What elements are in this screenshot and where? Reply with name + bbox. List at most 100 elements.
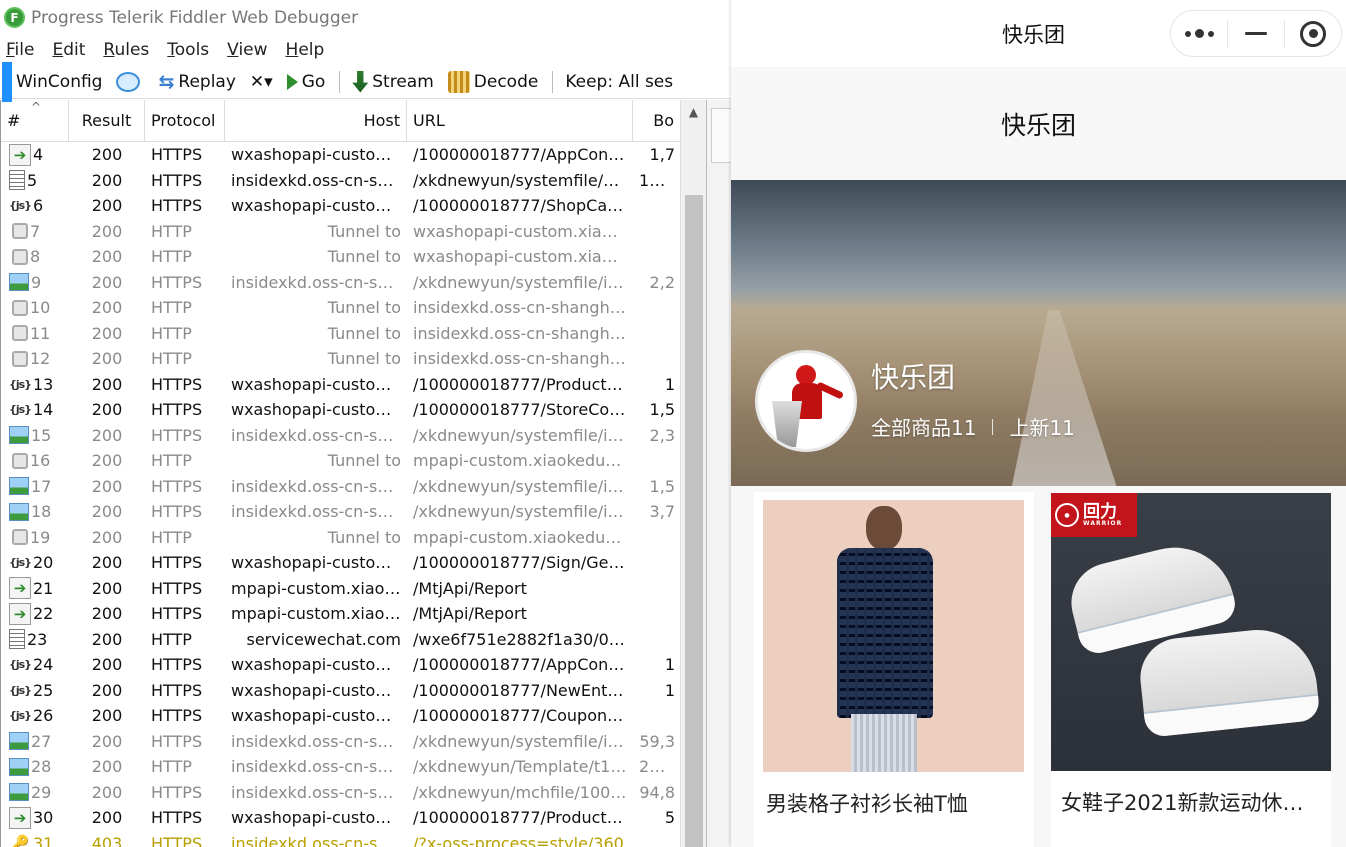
decode-button[interactable]: Decode [447,70,538,93]
column-header-protocol[interactable]: Protocol [145,100,225,142]
minimize-button[interactable] [1228,11,1284,56]
menu-view[interactable]: View [227,40,267,60]
column-header-body[interactable]: Bo [633,100,681,142]
brand-seal-icon: ● [1055,503,1079,527]
session-host: insidexkd.oss-cn-sh... [231,476,403,496]
remove-button[interactable]: ✕▾ [250,72,273,92]
session-row[interactable]: 28 200 HTTP insidexkd.oss-cn-sh... /xkdnewyu… [1,754,706,780]
session-result: 200 [91,145,123,165]
product-card[interactable]: ● 回力 WARRIOR 女鞋子2021新款运动休闲鞋 [1051,493,1331,847]
session-row[interactable]: 12 200 HTTP Tunnel to insidexkd.oss-cn-shang… [1,346,706,372]
session-body-size: 182,7 [639,170,681,190]
store-avatar[interactable] [755,350,857,452]
session-body-size: 3,7 [649,502,675,522]
banner-road-image [1009,310,1121,486]
product-title[interactable]: 男装格子衬衫长袖T恤 [766,788,1026,818]
menu-help[interactable]: Help [286,40,325,60]
winconfig-button[interactable]: WinConfig [2,61,102,102]
session-num-text: 30 [33,808,54,828]
session-row[interactable]: 5 200 HTTPS insidexkd.oss-cn-sh... /xkdnewyu… [1,168,706,194]
scroll-thumb[interactable] [685,195,703,847]
brand-text: 回力 WARRIOR [1083,503,1123,527]
column-header-result[interactable]: Result [69,100,145,142]
session-row[interactable]: 19 200 HTTP Tunnel to mpapi-custom.xiaokeduo… [1,525,706,551]
session-url: /wxe6f751e2882f1a30/0/... [413,629,630,649]
session-row[interactable]: 16 200 HTTP Tunnel to mpapi-custom.xiaokeduo… [1,448,706,474]
session-row[interactable]: ➔ 4 200 HTTPS wxashopapi-custom.... /10000001… [1,142,706,168]
session-host: Tunnel to [327,527,401,547]
column-header-url[interactable]: URL [407,100,633,142]
comment-button[interactable] [116,71,144,92]
lock-icon [12,452,28,469]
session-row[interactable]: {js} 20 200 HTTPS wxashopapi-custom.... /1000… [1,550,706,576]
session-host: wxashopapi-custom.... [231,400,407,420]
session-protocol: HTTP [151,247,192,267]
session-protocol: HTTP [151,349,192,369]
nav-title: 快乐团 [1002,22,1065,47]
session-host: wxashopapi-custom.... [231,196,407,216]
close-button[interactable] [1285,11,1341,56]
lock-icon [12,529,28,546]
session-row[interactable]: 7 200 HTTP Tunnel to wxashopapi-custom.xiaok… [1,219,706,245]
session-row[interactable]: ➔ 22 200 HTTPS mpapi-custom.xiaok... /MtjApi/… [1,601,706,627]
product-card[interactable]: 男装格子衬衫长袖T恤 [754,492,1034,847]
session-row[interactable]: {js} 24 200 HTTPS wxashopapi-custom.... /1000… [1,652,706,678]
session-row[interactable]: ➔ 30 200 HTTPS wxashopapi-custom.... /1000000… [1,805,706,831]
session-row[interactable]: 8 200 HTTP Tunnel to wxashopapi-custom.xiaok… [1,244,706,270]
lock-icon [12,248,28,265]
session-row[interactable]: 11 200 HTTP Tunnel to insidexkd.oss-cn-shang… [1,321,706,347]
menu-tools[interactable]: Tools [167,40,209,60]
session-result: 200 [91,731,123,751]
session-body-size: 2,2 [649,272,675,292]
json-icon: {js} [9,377,32,391]
session-row[interactable]: 27 200 HTTPS insidexkd.oss-cn-sh... /xkdnewy… [1,729,706,755]
session-protocol: HTTPS [151,731,203,751]
session-url: /100000018777/Sign/Get... [413,553,630,573]
keep-sessions-dropdown[interactable]: Keep: All ses [565,72,673,92]
more-button[interactable] [1171,11,1227,56]
scroll-up-icon[interactable]: ▲ [681,100,706,124]
session-url: /100000018777/Product/... [413,374,628,394]
session-protocol: HTTPS [151,196,203,216]
product-title[interactable]: 女鞋子2021新款运动休闲鞋 [1061,787,1321,817]
stat-all-products[interactable]: 全部商品11 [871,412,976,441]
session-result: 200 [91,400,123,420]
go-button[interactable]: Go [286,72,325,92]
column-header-host[interactable]: Host [225,100,407,142]
inspector-pane-edge [711,108,731,163]
session-row[interactable]: 9 200 HTTPS insidexkd.oss-cn-sh... /xkdnewyu… [1,270,706,296]
menu-rules[interactable]: Rules [103,40,149,60]
session-body-size: 5 [664,808,675,828]
session-row[interactable]: {js} 26 200 HTTPS wxashopapi-custom.... /1000… [1,703,706,729]
session-row[interactable]: 15 200 HTTPS insidexkd.oss-cn-sh... /xkdnewy… [1,423,706,449]
brand-name-en: WARRIOR [1083,519,1123,527]
session-url: /100000018777/NewEntr... [413,680,628,700]
product-image-shoes[interactable]: ● 回力 WARRIOR [1051,493,1331,771]
model-trousers [851,714,917,772]
menu-edit[interactable]: Edit [52,40,85,60]
session-host: Tunnel to [327,451,401,471]
stream-button[interactable]: Stream [352,70,434,93]
session-protocol: HTTPS [151,782,203,802]
session-row[interactable]: 29 200 HTTPS insidexkd.oss-cn-sh... /xkdnewy… [1,780,706,806]
session-row[interactable]: 🔑 31 403 HTTPS insidexkd.oss-cn-sh... /?x-oss… [1,831,706,847]
session-row[interactable]: 18 200 HTTPS insidexkd.oss-cn-sh... /xkdnewy… [1,499,706,525]
session-row[interactable]: 17 200 HTTPS insidexkd.oss-cn-sh... /xkdnewy… [1,474,706,500]
session-row[interactable]: {js} 25 200 HTTPS wxashopapi-custom.... /1000… [1,678,706,704]
panel-splitter[interactable] [706,100,731,847]
session-protocol: HTTP [151,221,192,241]
vertical-scrollbar[interactable]: ▲ [680,100,706,847]
grid-header: ^ # Result Protocol Host URL Bo [1,100,706,142]
stat-new-products[interactable]: 上新11 [1009,412,1074,441]
session-row[interactable]: {js} 14 200 HTTPS wxashopapi-custom.... /1000… [1,397,706,423]
session-row[interactable]: {js} 13 200 HTTPS wxashopapi-custom.... /1000… [1,372,706,398]
replay-button[interactable]: ⇆ Replay [158,71,235,93]
session-row[interactable]: {js} 6 200 HTTPS wxashopapi-custom.... /10000… [1,193,706,219]
session-result: 200 [91,323,123,343]
session-row[interactable]: 23 200 HTTP servicewechat.com/wxe6f751e2882… [1,627,706,653]
product-image-shirt[interactable] [763,500,1024,772]
session-protocol: HTTP [151,323,192,343]
session-row[interactable]: 10 200 HTTP Tunnel to insidexkd.oss-cn-shang… [1,295,706,321]
menu-file[interactable]: File [6,40,34,60]
session-row[interactable]: ➔ 21 200 HTTPS mpapi-custom.xiaok... /MtjApi/… [1,576,706,602]
